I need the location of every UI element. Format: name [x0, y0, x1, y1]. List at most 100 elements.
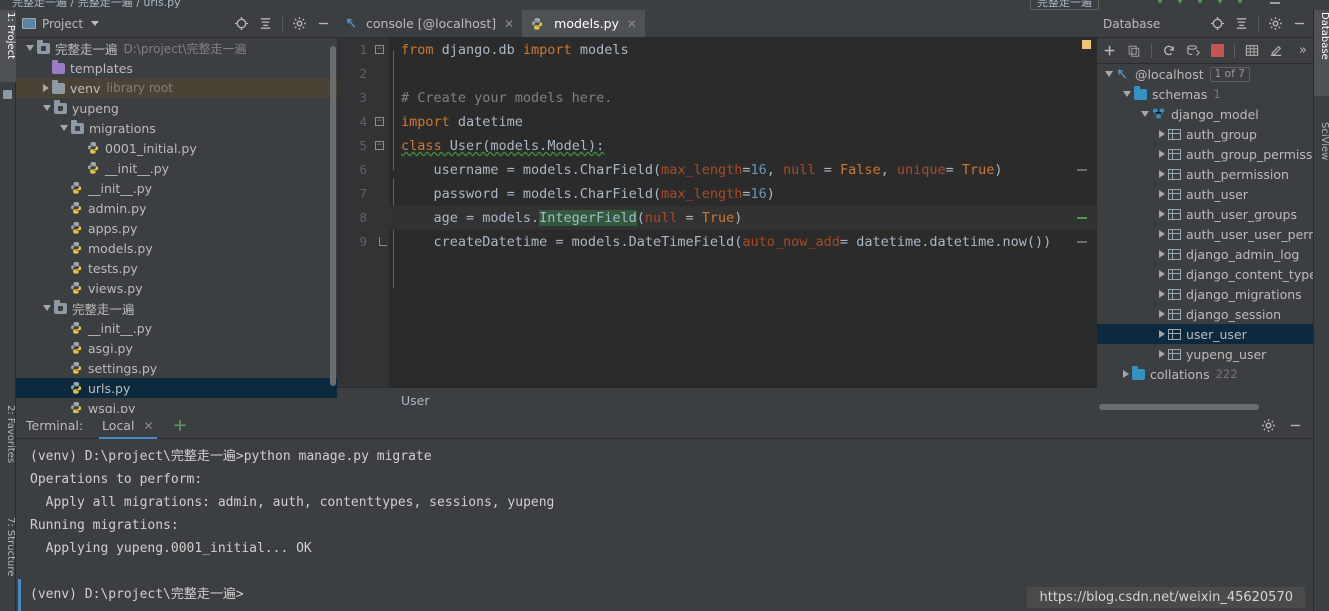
- code-line[interactable]: from django.db import models: [389, 38, 1097, 62]
- database-tree-row[interactable]: schemas 1: [1097, 84, 1313, 104]
- terminal-output[interactable]: (venv) D:\project\完整走一遍>python manage.py…: [16, 439, 1313, 611]
- debug-icon[interactable]: [1175, 0, 1185, 4]
- editor-gutter[interactable]: 1−2 3 4−5−6 7 8 9: [337, 38, 389, 413]
- project-tree-row[interactable]: __init__.py: [16, 318, 337, 338]
- project-tree-row[interactable]: migrations: [16, 118, 337, 138]
- gear-icon[interactable]: [1268, 16, 1283, 31]
- database-hscrollbar[interactable]: [1099, 404, 1259, 410]
- project-tree-row[interactable]: venv library root: [16, 78, 337, 98]
- rail-tab-structure[interactable]: 7: Structure: [0, 515, 16, 607]
- top-breadcrumb[interactable]: 完整走一遍 / 完整走一遍 / urls.py: [12, 0, 181, 10]
- code-line[interactable]: password = models.CharField(max_length=1…: [389, 182, 1097, 206]
- chevron-right-icon[interactable]: [1159, 250, 1165, 258]
- database-tree-row[interactable]: django_admin_log: [1097, 244, 1313, 264]
- close-icon[interactable]: ✕: [504, 17, 514, 31]
- project-tree-row[interactable]: models.py: [16, 238, 337, 258]
- database-tree-row[interactable]: auth_group_permissions: [1097, 144, 1313, 164]
- minimize-icon[interactable]: [1292, 16, 1307, 31]
- copy-icon[interactable]: [1127, 44, 1141, 58]
- collapse-all-icon[interactable]: [258, 16, 273, 31]
- chevron-right-icon[interactable]: [1159, 170, 1165, 178]
- project-tree-row[interactable]: 完整走一遍 D:\project\完整走一遍: [16, 38, 337, 58]
- new-terminal-button[interactable]: +: [173, 416, 188, 434]
- project-scrollbar[interactable]: [330, 46, 336, 386]
- database-tree-row[interactable]: django_migrations: [1097, 284, 1313, 304]
- chevron-right-icon[interactable]: [1159, 210, 1165, 218]
- chevron-down-icon[interactable]: [91, 21, 100, 26]
- code-line[interactable]: import datetime: [389, 110, 1097, 134]
- code-editor[interactable]: 1−2 3 4−5−6 7 8 9 from django.db import model…: [337, 38, 1097, 413]
- locate-icon[interactable]: [1210, 16, 1225, 31]
- error-stripe-mark[interactable]: [1082, 40, 1091, 49]
- editor-tab-console[interactable]: console [@localhost] ✕: [337, 10, 522, 37]
- chevron-right-icon[interactable]: [1159, 330, 1165, 338]
- edit-icon[interactable]: [1269, 44, 1283, 58]
- project-tree-row[interactable]: yupeng: [16, 98, 337, 118]
- chevron-right-icon[interactable]: [1159, 290, 1165, 298]
- stop-icon[interactable]: [1235, 0, 1245, 4]
- project-tree-row[interactable]: asgi.py: [16, 338, 337, 358]
- code-content[interactable]: from django.db import models # Create you…: [389, 38, 1097, 413]
- project-tree-row[interactable]: views.py: [16, 278, 337, 298]
- chevron-down-icon[interactable]: [1105, 71, 1113, 77]
- database-tree[interactable]: @localhost 1 of 7 schemas 1 django_model auth…: [1097, 64, 1313, 399]
- database-tree-row[interactable]: yupeng_user: [1097, 344, 1313, 364]
- database-tree-row[interactable]: @localhost 1 of 7: [1097, 64, 1313, 84]
- chevron-down-icon[interactable]: [1123, 91, 1131, 97]
- project-tree[interactable]: 完整走一遍 D:\project\完整走一遍 templates venv librar…: [16, 38, 337, 413]
- chevron-right-icon[interactable]: [1159, 190, 1165, 198]
- chevron-down-icon[interactable]: [43, 305, 51, 311]
- coverage-icon[interactable]: [1195, 0, 1205, 4]
- database-tree-row[interactable]: auth_user_groups: [1097, 204, 1313, 224]
- gear-icon[interactable]: [1261, 418, 1276, 433]
- fold-toggle-icon[interactable]: −: [375, 110, 386, 134]
- refresh-icon[interactable]: [1162, 44, 1176, 58]
- code-line[interactable]: class User(models.Model):: [389, 134, 1097, 158]
- project-tree-row[interactable]: settings.py: [16, 358, 337, 378]
- collapse-all-icon[interactable]: [1234, 16, 1249, 31]
- database-tree-row[interactable]: django_model: [1097, 104, 1313, 124]
- terminal-tab-local[interactable]: Local ✕: [95, 413, 160, 439]
- fold-toggle-icon[interactable]: −: [375, 38, 386, 62]
- fold-toggle-icon[interactable]: −: [375, 134, 386, 158]
- project-tree-row[interactable]: __init__.py: [16, 178, 337, 198]
- rail-tab-sciview[interactable]: SciView: [1314, 120, 1329, 196]
- chevron-right-icon[interactable]: [43, 84, 49, 92]
- chevron-down-icon[interactable]: [60, 125, 68, 131]
- database-tree-row[interactable]: django_content_type: [1097, 264, 1313, 284]
- fold-toggle-icon[interactable]: [375, 230, 387, 254]
- rail-tab-project[interactable]: 1: Project: [0, 10, 16, 82]
- code-line[interactable]: createDatetime = models.DateTimeField(au…: [389, 230, 1097, 254]
- stop-icon[interactable]: [1211, 44, 1224, 57]
- chevron-down-icon[interactable]: [43, 105, 51, 111]
- project-tree-row[interactable]: __init__.py: [16, 158, 337, 178]
- editor-tab-models-py[interactable]: models.py ✕: [522, 10, 645, 37]
- run-icon[interactable]: [1155, 0, 1165, 4]
- code-line[interactable]: [389, 62, 1097, 86]
- add-icon[interactable]: [1103, 44, 1117, 58]
- project-tree-row[interactable]: wsgi.py: [16, 398, 337, 413]
- more-icon[interactable]: »: [1299, 43, 1307, 58]
- database-tree-row[interactable]: user_user: [1097, 324, 1313, 344]
- chevron-right-icon[interactable]: [1159, 150, 1165, 158]
- chevron-right-icon[interactable]: [1159, 350, 1165, 358]
- project-tree-row[interactable]: urls.py: [16, 378, 337, 398]
- chevron-right-icon[interactable]: [1159, 230, 1165, 238]
- database-tree-row[interactable]: collations 222: [1097, 364, 1313, 384]
- gear-icon[interactable]: [292, 16, 307, 31]
- close-icon[interactable]: ✕: [143, 419, 153, 433]
- code-line[interactable]: # Create your models here.: [389, 86, 1097, 110]
- editor-tab-bar[interactable]: console [@localhost] ✕ models.py ✕: [337, 10, 1097, 38]
- run-config-selector[interactable]: 完整走一遍: [1030, 0, 1099, 10]
- locate-icon[interactable]: [234, 16, 249, 31]
- close-icon[interactable]: ✕: [627, 17, 637, 31]
- chevron-right-icon[interactable]: [1123, 370, 1129, 378]
- database-tree-row[interactable]: auth_group: [1097, 124, 1313, 144]
- chevron-right-icon[interactable]: [1159, 310, 1165, 318]
- chevron-down-icon[interactable]: [26, 45, 34, 51]
- code-line[interactable]: age = models.IntegerField(null = True): [389, 206, 1097, 230]
- chevron-right-icon[interactable]: [1159, 130, 1165, 138]
- database-tree-row[interactable]: auth_permission: [1097, 164, 1313, 184]
- sql-script-icon[interactable]: [1186, 44, 1201, 58]
- chevron-right-icon[interactable]: [1159, 270, 1165, 278]
